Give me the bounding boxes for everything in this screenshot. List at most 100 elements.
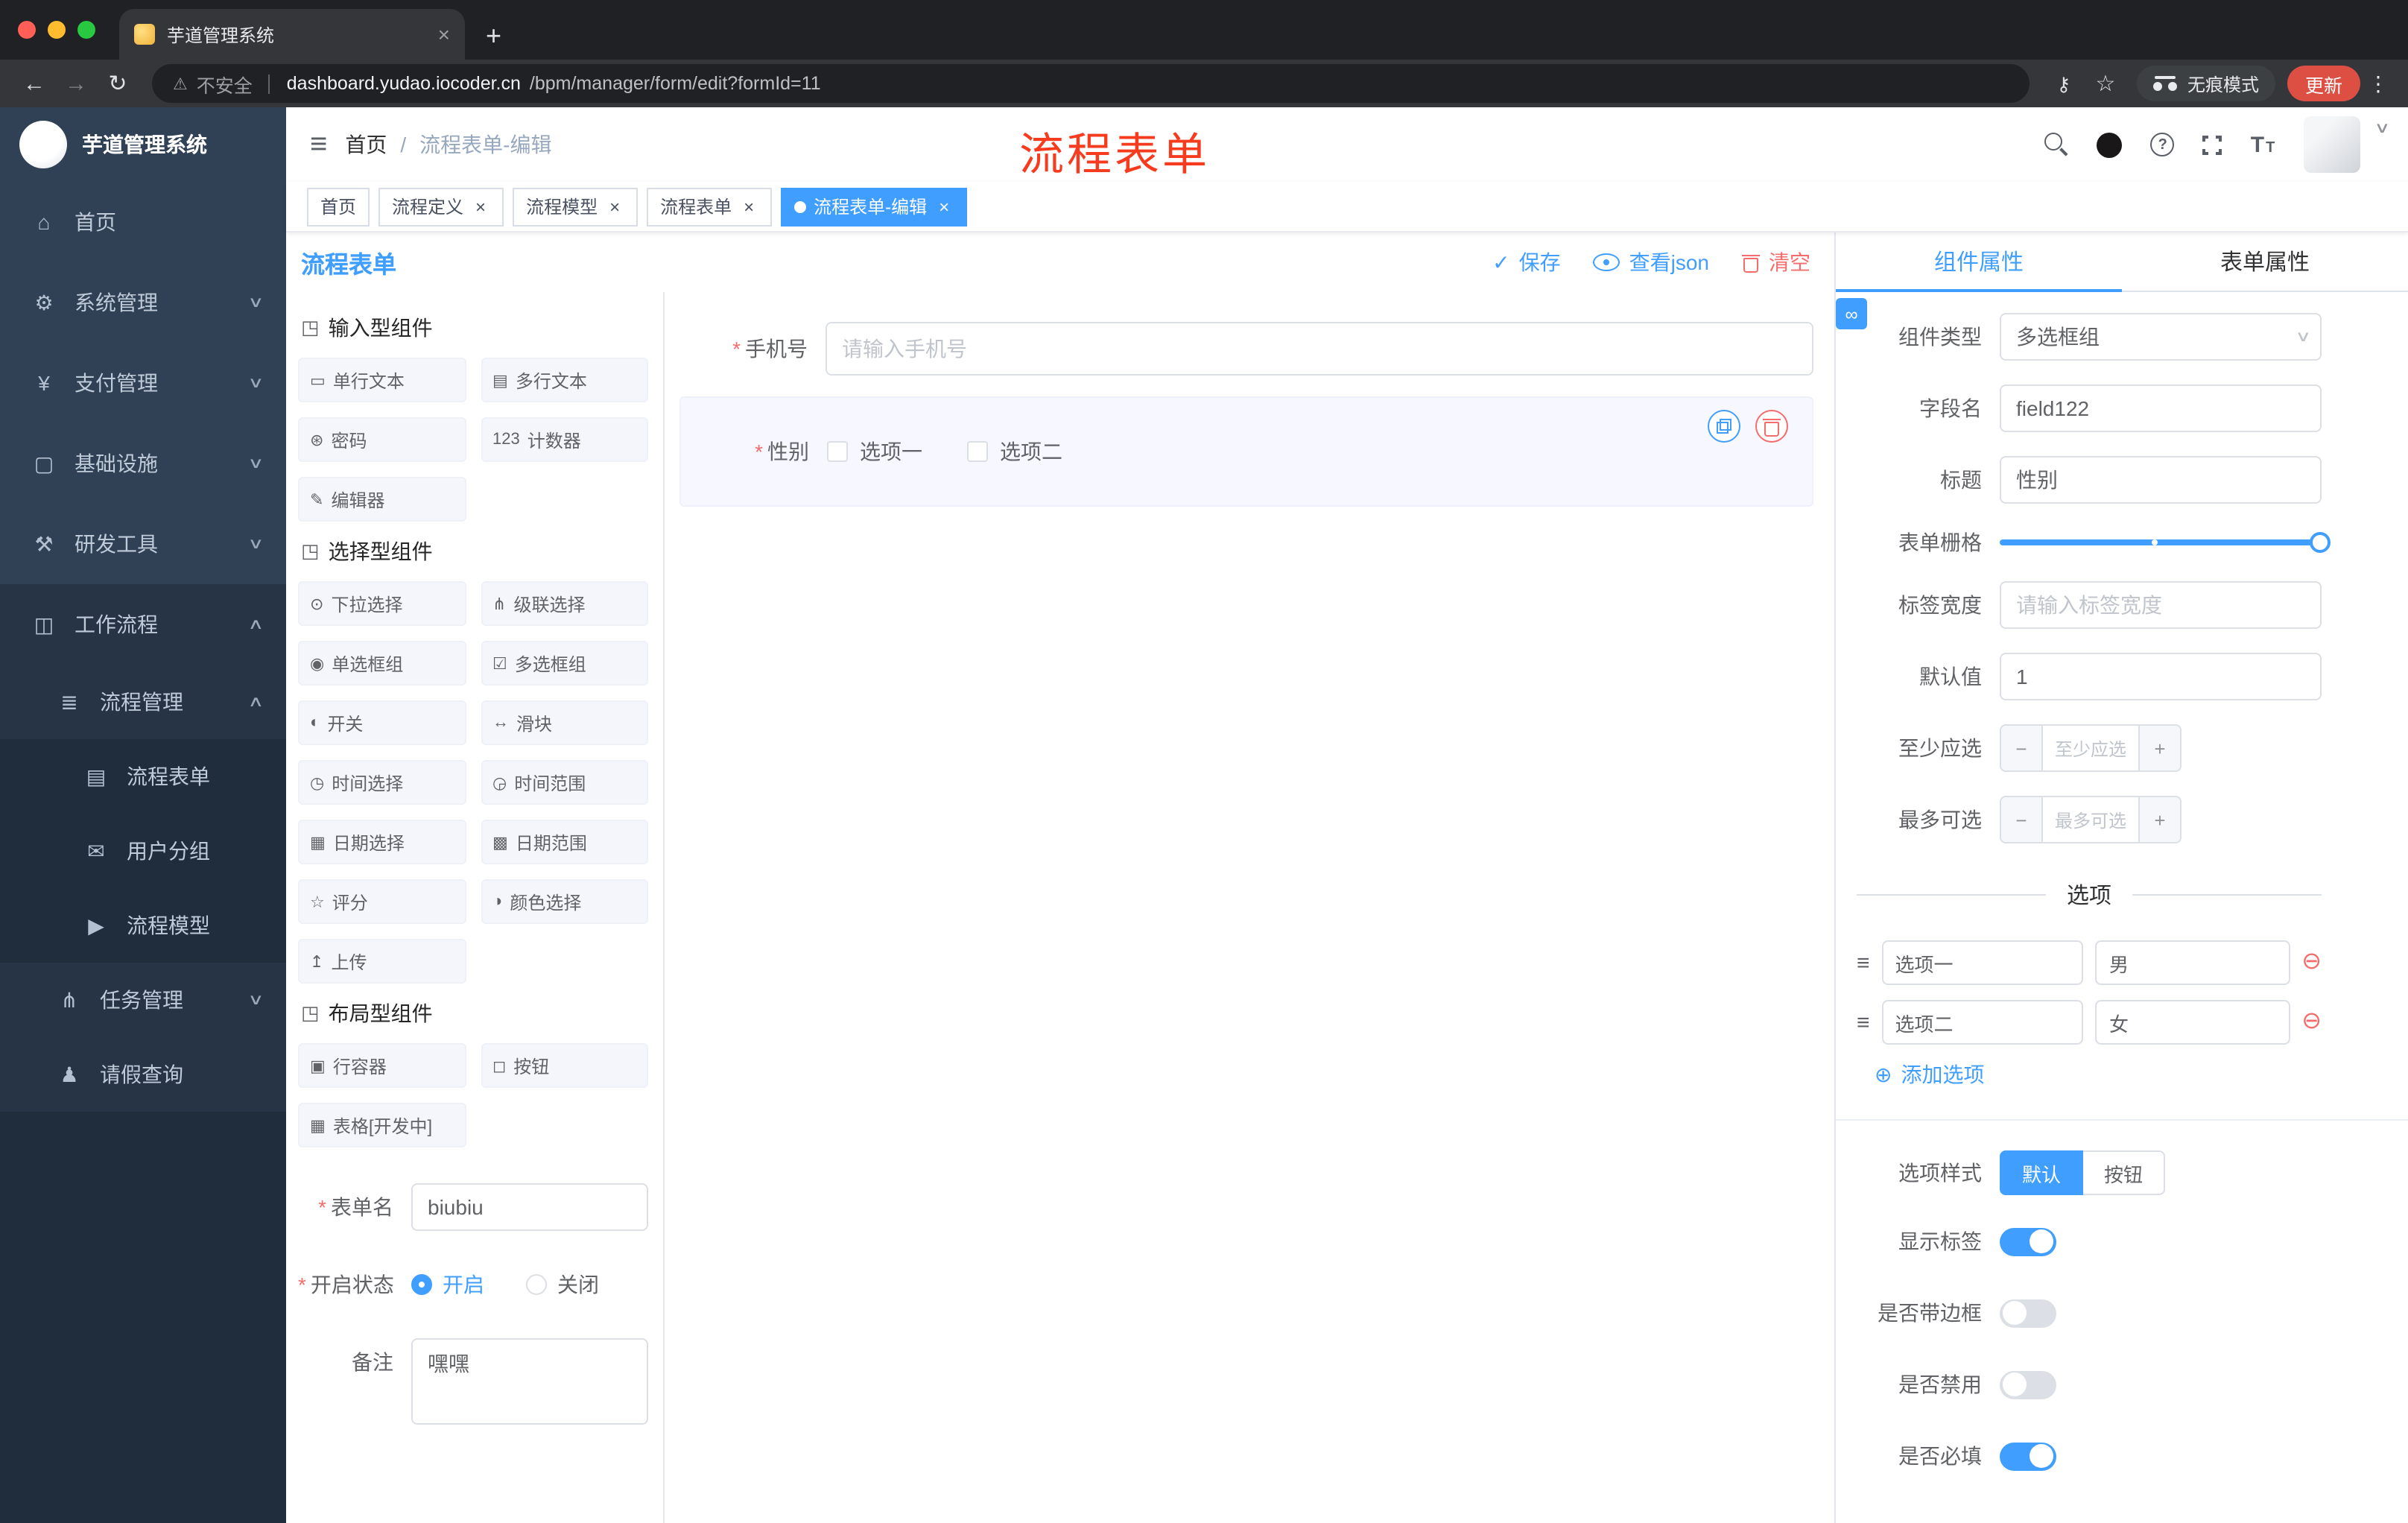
palette-item[interactable]: ↥ 上传 (298, 939, 466, 984)
slider-handle[interactable] (2310, 532, 2331, 553)
forward-button[interactable]: → (57, 72, 95, 95)
stepper-placeholder[interactable]: 最多可选 (2043, 797, 2138, 842)
palette-item[interactable]: ↔ 滑块 (481, 700, 648, 745)
palette-item[interactable]: ⊙ 下拉选择 (298, 581, 466, 626)
palette-item[interactable]: ✎ 编辑器 (298, 477, 466, 522)
required-toggle[interactable] (2000, 1442, 2056, 1470)
option-label-input[interactable] (1881, 1000, 2084, 1045)
palette-item[interactable]: ◐ 开关 (298, 700, 466, 745)
search-icon[interactable] (2044, 133, 2069, 156)
gender-option2-checkbox[interactable]: 选项二 (967, 437, 1062, 466)
option-value-input[interactable] (2095, 940, 2290, 985)
stepper-placeholder[interactable]: 至少应选 (2043, 726, 2138, 770)
remove-option-icon[interactable]: ⊖ (2301, 950, 2322, 975)
sidebar-item-system-management[interactable]: ⚙ 系统管理 ∨ (0, 262, 286, 343)
minimize-window-button[interactable] (48, 21, 66, 39)
tag-process-form[interactable]: 流程表单 × (647, 187, 773, 226)
palette-item[interactable]: ◶ 时间范围 (481, 760, 648, 805)
style-button-button[interactable]: 按钮 (2083, 1150, 2166, 1195)
fullscreen-icon[interactable] (2201, 133, 2224, 156)
maximize-window-button[interactable] (77, 21, 95, 39)
option-label-input[interactable] (1881, 940, 2084, 985)
sidebar-item-workflow[interactable]: ◫ 工作流程 ∧ (0, 584, 286, 665)
add-option-button[interactable]: ⊕ 添加选项 (1875, 1060, 2322, 1089)
sidebar-item-task-management[interactable]: ⋔ 任务管理 ∨ (0, 963, 286, 1037)
new-tab-button[interactable]: + (486, 22, 501, 49)
form-name-input[interactable] (411, 1183, 648, 1231)
browser-menu-icon[interactable]: ⋮ (2363, 73, 2393, 94)
decrease-button[interactable]: − (2001, 726, 2043, 770)
show-label-toggle[interactable] (2000, 1227, 2056, 1256)
palette-item[interactable]: ⊛ 密码 (298, 417, 466, 462)
palette-item[interactable]: ◷ 时间选择 (298, 760, 466, 805)
gender-option1-checkbox[interactable]: 选项一 (827, 437, 922, 466)
save-button[interactable]: ✓ 保存 (1492, 247, 1560, 277)
gender-field-selected[interactable]: * 性别 选项一 选项二 (679, 396, 1813, 507)
field-name-input[interactable] (2000, 384, 2322, 432)
disabled-toggle[interactable] (2000, 1370, 2056, 1399)
form-canvas[interactable]: *手机号 *性别 (665, 292, 1834, 1523)
border-toggle[interactable] (2000, 1299, 2056, 1327)
tag-process-form-edit[interactable]: 流程表单-编辑 × (781, 187, 968, 226)
tab-component-props[interactable]: 组件属性 (1836, 232, 2122, 292)
palette-item[interactable]: ◉ 单选框组 (298, 641, 466, 685)
sidebar-item-dev-tools[interactable]: ⚒ 研发工具 ∨ (0, 504, 286, 584)
bookmark-star-icon[interactable]: ☆ (2086, 72, 2125, 95)
palette-item[interactable]: ▦ 日期选择 (298, 820, 466, 864)
font-size-icon[interactable]: TT (2251, 133, 2275, 156)
label-width-input[interactable] (2000, 581, 2322, 629)
status-on-radio[interactable]: 开启 (411, 1270, 484, 1299)
tab-form-props[interactable]: 表单属性 (2122, 232, 2408, 291)
tag-close-icon[interactable]: × (739, 197, 758, 215)
reload-button[interactable]: ↻ (98, 72, 137, 95)
palette-item[interactable]: ⋔ 级联选择 (481, 581, 648, 626)
status-off-radio[interactable]: 关闭 (526, 1270, 599, 1299)
palette-item[interactable]: ▤ 多行文本 (481, 358, 648, 402)
view-json-button[interactable]: 查看json (1593, 247, 1709, 277)
decrease-button[interactable]: − (2001, 797, 2043, 842)
sidebar-item-process-management[interactable]: ≣ 流程管理 ∧ (0, 665, 286, 739)
tag-close-icon[interactable]: × (934, 197, 954, 215)
increase-button[interactable]: + (2138, 726, 2180, 770)
link-icon[interactable]: ∞ (1836, 298, 1867, 329)
browser-tab[interactable]: 芋道管理系统 × (119, 9, 465, 60)
option-value-input[interactable] (2095, 1000, 2290, 1045)
default-value-input[interactable] (2000, 653, 2322, 700)
back-button[interactable]: ← (15, 72, 54, 95)
remark-textarea[interactable]: 嘿嘿 (411, 1338, 648, 1425)
tag-close-icon[interactable]: × (471, 197, 490, 215)
tag-close-icon[interactable]: × (605, 197, 624, 215)
palette-item[interactable]: ☑ 多选框组 (481, 641, 648, 685)
title-input[interactable] (2000, 456, 2322, 504)
avatar[interactable] (2303, 116, 2360, 173)
clear-button[interactable]: 清空 (1742, 247, 1810, 277)
sidebar-item-user-group[interactable]: ✉ 用户分组 (0, 814, 286, 888)
palette-item[interactable]: ▩ 日期范围 (481, 820, 648, 864)
palette-item[interactable]: ◻ 按钮 (481, 1043, 648, 1088)
palette-item[interactable]: 123 计数器 (481, 417, 648, 462)
component-type-select[interactable]: 多选框组 ∨ (2000, 313, 2322, 361)
menu-fold-icon[interactable]: ≡ (292, 127, 345, 162)
phone-input[interactable] (826, 322, 1813, 376)
password-key-icon[interactable]: ⚷ (2044, 74, 2083, 93)
grid-slider[interactable] (2000, 532, 2331, 553)
sidebar-item-infrastructure[interactable]: ▢ 基础设施 ∨ (0, 423, 286, 504)
style-default-button[interactable]: 默认 (2000, 1150, 2084, 1195)
sidebar-item-process-model[interactable]: ▶ 流程模型 (0, 888, 286, 963)
palette-item[interactable]: ▦ 表格[开发中] (298, 1103, 466, 1147)
breadcrumb-home[interactable]: 首页 (345, 130, 387, 159)
palette-item[interactable]: ☆ 评分 (298, 879, 466, 924)
delete-component-button[interactable] (1755, 410, 1788, 443)
increase-button[interactable]: + (2138, 797, 2180, 842)
palette-item[interactable]: ▭ 单行文本 (298, 358, 466, 402)
sidebar-item-payment-management[interactable]: ¥ 支付管理 ∨ (0, 343, 286, 423)
app-logo[interactable]: 芋道管理系统 (0, 107, 286, 182)
tab-close-icon[interactable]: × (438, 24, 450, 45)
github-icon[interactable] (2097, 132, 2123, 157)
tag-home[interactable]: 首页 (307, 187, 370, 226)
drag-handle-icon[interactable]: ≡ (1857, 952, 1870, 974)
address-bar[interactable]: ⚠ 不安全 dashboard.yudao.iocoder.cn/bpm/man… (152, 64, 2030, 103)
palette-item[interactable]: ▣ 行容器 (298, 1043, 466, 1088)
palette-item[interactable]: ◑ 颜色选择 (481, 879, 648, 924)
tag-process-definition[interactable]: 流程定义 × (378, 187, 504, 226)
